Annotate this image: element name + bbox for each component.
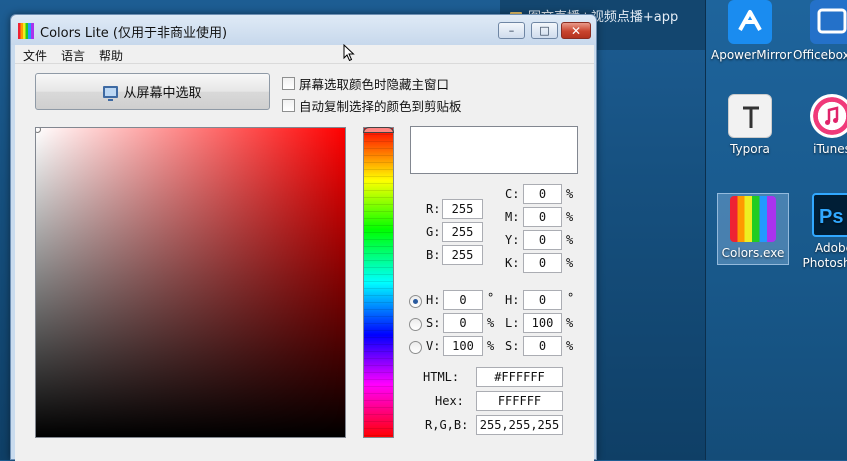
html-color-input[interactable]: #FFFFFF	[476, 367, 563, 387]
pick-from-screen-button[interactable]: 从屏幕中选取	[35, 73, 270, 110]
hsv-v-input[interactable]: 100	[443, 336, 483, 356]
hsv-s-radio[interactable]	[409, 318, 422, 331]
c-label: C:	[505, 187, 520, 201]
menu-bar: 文件 语言 帮助	[15, 45, 594, 64]
html-label: HTML:	[423, 370, 460, 384]
officebox-icon	[810, 0, 847, 44]
y-input[interactable]: 0	[523, 230, 562, 250]
g-label: G:	[426, 225, 441, 239]
desktop-icon-officebox[interactable]: Officebox.exe	[793, 0, 847, 63]
hex-label: Hex:	[435, 394, 464, 408]
hsv-h-unit: °	[487, 291, 495, 305]
mouse-cursor-icon	[343, 44, 355, 62]
hsl-l-unit: %	[566, 316, 574, 330]
hsl-l-input[interactable]: 100	[523, 313, 562, 333]
m-input[interactable]: 0	[523, 207, 562, 227]
hsl-s-input[interactable]: 0	[523, 336, 562, 356]
saturation-value-picker[interactable]	[35, 127, 346, 438]
color-preview-swatch	[410, 126, 578, 174]
menu-file[interactable]: 文件	[23, 47, 47, 64]
close-button[interactable]: ✕	[561, 22, 591, 39]
k-label: K:	[505, 256, 520, 270]
copy-clipboard-checkbox[interactable]: 自动复制选择的颜色到剪贴板	[282, 97, 462, 114]
hue-slider-handle[interactable]	[363, 127, 394, 133]
colors-exe-icon	[730, 196, 776, 242]
g-input[interactable]: 255	[442, 222, 483, 242]
hide-window-checkbox[interactable]: 屏幕选取颜色时隐藏主窗口	[282, 75, 449, 92]
hsv-h-radio[interactable]	[409, 295, 422, 308]
photoshop-icon: Ps	[812, 193, 847, 237]
hsl-h-input[interactable]: 0	[523, 290, 562, 310]
m-label: M:	[505, 210, 520, 224]
checkbox-box	[282, 98, 295, 112]
menu-language[interactable]: 语言	[61, 47, 85, 64]
rgb-text-label: R,G,B:	[425, 418, 469, 432]
apowermirror-icon	[728, 0, 772, 44]
minimize-button[interactable]: –	[498, 22, 525, 39]
c-input[interactable]: 0	[523, 184, 562, 204]
hex-color-input[interactable]: FFFFFF	[476, 391, 563, 411]
main-panel: 从屏幕中选取 屏幕选取颜色时隐藏主窗口 自动复制选择的颜色到剪贴板 R: 255…	[15, 64, 594, 461]
hsv-h-input[interactable]: 0	[443, 290, 483, 310]
hsv-s-input[interactable]: 0	[443, 313, 483, 333]
sv-picker-handle[interactable]	[36, 128, 41, 133]
hsv-v-radio[interactable]	[409, 341, 422, 354]
desktop-icon-typora[interactable]: Typora	[711, 94, 789, 157]
title-bar[interactable]: Colors Lite (仅用于非商业使用) – □ ✕	[11, 15, 596, 45]
typora-icon	[728, 94, 772, 138]
rgb-text-input[interactable]: 255,255,255	[476, 415, 563, 435]
hsl-s-unit: %	[566, 339, 574, 353]
itunes-icon	[810, 94, 847, 138]
desktop-icon-photoshop[interactable]: Ps Adobe Photoshop	[795, 193, 847, 271]
hsv-s-label: S:	[426, 316, 441, 330]
checkbox-box	[282, 76, 295, 90]
k-input[interactable]: 0	[523, 253, 562, 273]
b-input[interactable]: 255	[442, 245, 483, 265]
r-input[interactable]: 255	[442, 199, 483, 219]
hue-slider[interactable]	[363, 127, 394, 438]
monitor-icon	[103, 85, 119, 101]
hsl-l-label: L:	[505, 316, 520, 330]
minimize-icon: –	[508, 24, 515, 37]
window-title: Colors Lite (仅用于非商业使用)	[40, 26, 228, 41]
c-unit: %	[566, 187, 574, 201]
menu-help[interactable]: 帮助	[99, 47, 123, 64]
maximize-button[interactable]: □	[531, 22, 558, 39]
y-unit: %	[566, 233, 574, 247]
maximize-icon: □	[539, 24, 550, 37]
close-icon: ✕	[570, 23, 582, 38]
hsl-h-label: H:	[505, 293, 520, 307]
y-label: Y:	[505, 233, 520, 247]
b-label: B:	[426, 248, 441, 262]
hsv-v-label: V:	[426, 339, 441, 353]
hsv-h-label: H:	[426, 293, 441, 307]
hsv-s-unit: %	[487, 316, 495, 330]
k-unit: %	[566, 256, 574, 270]
svg-text:Ps: Ps	[819, 206, 843, 228]
desktop-icon-apowermirror[interactable]: ApowerMirror	[711, 0, 792, 63]
app-icon	[18, 23, 34, 39]
r-label: R:	[426, 202, 441, 216]
colors-lite-window: Colors Lite (仅用于非商业使用) – □ ✕ 文件 语言 帮助 从屏…	[10, 14, 597, 461]
hsl-h-unit: °	[567, 291, 575, 305]
desktop-icon-colors-exe[interactable]: Colors.exe	[717, 193, 789, 265]
m-unit: %	[566, 210, 574, 224]
hsv-v-unit: %	[487, 339, 495, 353]
hsl-s-label: S:	[505, 339, 520, 353]
desktop-icon-itunes[interactable]: iTunes	[793, 94, 847, 157]
